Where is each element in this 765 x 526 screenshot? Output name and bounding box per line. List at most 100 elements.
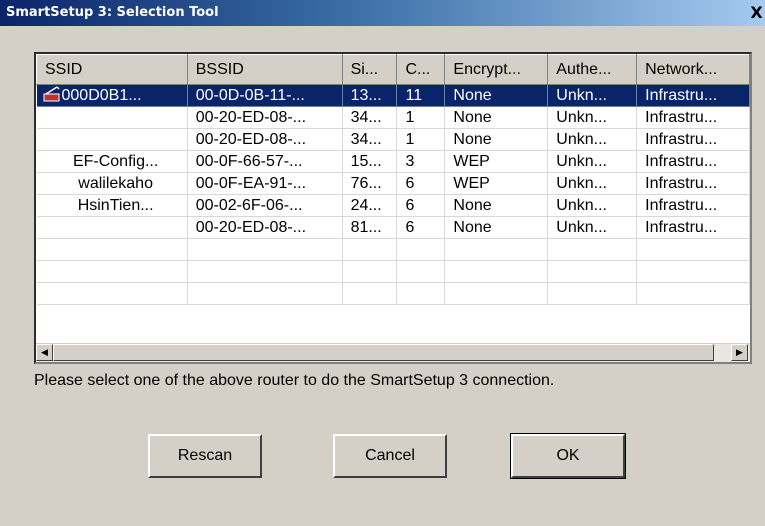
table-cell (36, 238, 188, 261)
horizontal-scrollbar[interactable]: ◀ ▶ (36, 343, 750, 362)
table-cell: Unkn... (547, 216, 638, 239)
table-cell: Infrastru... (636, 84, 750, 107)
table-cell: 00-0D-0B-11-... (187, 84, 343, 107)
table-cell (636, 260, 750, 283)
table-cell: Unkn... (547, 84, 638, 107)
network-list[interactable]: SSID BSSID Si... C... Encrypt... Authe... Netw… (34, 52, 752, 364)
table-cell (36, 106, 188, 129)
table-cell: Infrastru... (636, 216, 750, 239)
table-cell: Unkn... (547, 194, 638, 217)
table-cell (547, 260, 638, 283)
table-cell: Unkn... (547, 106, 638, 129)
column-header[interactable]: Si... (341, 54, 398, 85)
table-cell (636, 238, 750, 261)
table-row[interactable]: walilekaho 00-0F-EA-91-... 76... 6 WEP Unkn..… (36, 172, 750, 195)
table-cell: 81... (342, 216, 398, 239)
table-cell (342, 260, 398, 283)
table-cell (342, 282, 398, 305)
column-header[interactable]: Network... (636, 54, 750, 85)
table-row[interactable]: 00-20-ED-08-... 81... 6 None Unkn... Infrastr… (36, 216, 750, 239)
instruction-text: Please select one of the above router to… (34, 372, 555, 389)
table-cell: 00-20-ED-08-... (187, 128, 343, 151)
cancel-button[interactable]: Cancel (333, 434, 447, 478)
ssid-text: 000D0B1... (61, 87, 142, 104)
table-cell: walilekaho (36, 172, 188, 195)
empty-row (36, 238, 750, 261)
table-cell: 24... (342, 194, 398, 217)
network-table: SSID BSSID Si... C... Encrypt... Authe... Netw… (36, 54, 750, 305)
table-cell (547, 282, 638, 305)
table-cell: None (444, 194, 549, 217)
table-cell (396, 260, 446, 283)
table-cell (547, 238, 638, 261)
table-cell (636, 282, 750, 305)
table-cell: Infrastru... (636, 172, 750, 195)
table-cell (187, 238, 343, 261)
scroll-thumb[interactable] (53, 344, 714, 361)
table-cell: 00-20-ED-08-... (187, 106, 343, 129)
table-cell: 15... (342, 150, 398, 173)
table-cell (444, 260, 549, 283)
column-header[interactable]: Encrypt... (444, 54, 549, 85)
ok-button[interactable]: OK (510, 433, 626, 479)
table-cell (36, 260, 188, 283)
table-cell (396, 282, 446, 305)
table-cell (396, 238, 446, 261)
table-cell: WEP (444, 150, 549, 173)
table-cell: 00-02-6F-06-... (187, 194, 343, 217)
table-cell: 11 (396, 84, 446, 107)
table-cell: Infrastru... (636, 106, 750, 129)
title-bar: SmartSetup 3: Selection Tool X (0, 0, 765, 26)
scroll-left-button[interactable]: ◀ (36, 344, 53, 361)
table-cell (444, 282, 549, 305)
column-header[interactable]: Authe... (547, 54, 638, 85)
table-cell: 00-0F-66-57-... (187, 150, 343, 173)
table-cell: 000D0B1... (36, 84, 188, 107)
table-cell: 1 (396, 128, 446, 151)
table-row[interactable]: HsinTien... 00-02-6F-06-... 24... 6 None Unkn… (36, 194, 750, 217)
rescan-button[interactable]: Rescan (148, 434, 262, 478)
table-cell: Infrastru... (636, 194, 750, 217)
table-cell: None (444, 106, 549, 129)
empty-row (36, 282, 750, 305)
table-cell: 76... (342, 172, 398, 195)
table-cell: 34... (342, 106, 398, 129)
table-cell (187, 260, 343, 283)
table-cell (444, 238, 549, 261)
table-cell: 00-0F-EA-91-... (187, 172, 343, 195)
table-cell: HsinTien... (36, 194, 188, 217)
table-row[interactable]: EF-Config... 00-0F-66-57-... 15... 3 WEP Unkn… (36, 150, 750, 173)
table-cell: Unkn... (547, 128, 638, 151)
table-cell: None (444, 128, 549, 151)
table-cell (187, 282, 343, 305)
table-row[interactable]: 00-20-ED-08-... 34... 1 None Unkn... Infrastr… (36, 128, 750, 151)
scroll-right-button[interactable]: ▶ (731, 344, 748, 361)
table-cell: Infrastru... (636, 150, 750, 173)
empty-row (36, 260, 750, 283)
table-cell: 6 (396, 194, 446, 217)
table-cell: 6 (396, 172, 446, 195)
column-header[interactable]: BSSID (186, 54, 343, 85)
close-button[interactable]: X (748, 2, 765, 23)
table-row[interactable]: 00-20-ED-08-... 34... 1 None Unkn... Infrastr… (36, 106, 750, 129)
column-header[interactable]: SSID (36, 54, 188, 85)
column-header[interactable]: C... (396, 54, 446, 85)
table-cell (36, 282, 188, 305)
table-cell: None (444, 216, 549, 239)
table-cell: 6 (396, 216, 446, 239)
table-cell: WEP (444, 172, 549, 195)
table-cell: Infrastru... (636, 128, 750, 151)
table-cell (36, 128, 188, 151)
router-signal-icon (43, 86, 60, 102)
table-cell: 34... (342, 128, 398, 151)
window-title: SmartSetup 3: Selection Tool (6, 5, 219, 20)
table-cell: Unkn... (547, 172, 638, 195)
table-cell (36, 216, 188, 239)
table-cell: 3 (396, 150, 446, 173)
table-row[interactable]: 000D0B1... 00-0D-0B-11-... 13... 11 None Unkn… (36, 84, 750, 107)
table-cell: 13... (342, 84, 398, 107)
column-header-row: SSID BSSID Si... C... Encrypt... Authe... Netw… (36, 54, 750, 85)
table-cell: Unkn... (547, 150, 638, 173)
table-cell: 1 (396, 106, 446, 129)
table-cell: 00-20-ED-08-... (187, 216, 343, 239)
